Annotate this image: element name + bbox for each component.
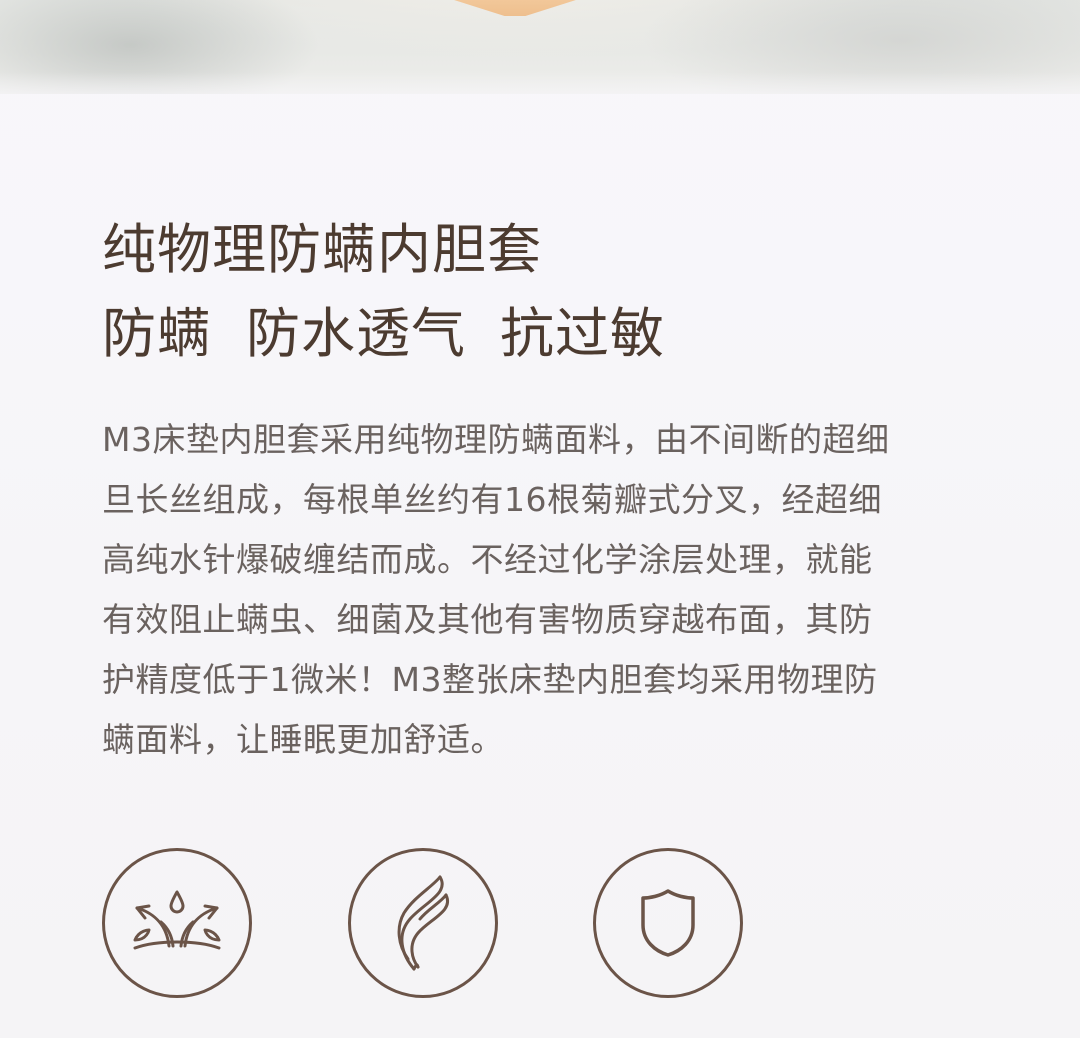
description-line: 高纯水针爆破缠结而成。不经过化学涂层处理，就能 [102,540,873,579]
description-line: M3床垫内胆套采用纯物理防螨面料，由不间断的超细 [102,420,890,459]
mattress-corner-image [410,0,620,16]
feature-headline: 防螨 防水透气 抗过敏 [102,302,665,366]
description-line: 有效阻止螨虫、细菌及其他有害物质穿越布面，其防 [102,600,873,639]
shield-icon [641,889,695,957]
mattress-photo-strip [0,0,1080,94]
product-description: M3床垫内胆套采用纯物理防螨面料，由不间断的超细 旦长丝组成，每根单丝约有16根… [102,410,962,770]
breathable-droplet-arrows-icon [133,890,221,950]
protection-feature-badge [593,848,743,998]
feature-tag-waterproof-breathable: 防水透气 [246,302,466,365]
description-line: 旦长丝组成，每根单丝约有16根菊瓣式分叉，经超细 [102,480,882,519]
breathable-feature-badge [102,848,252,998]
product-detail-page: 纯物理防螨内胆套 防螨 防水透气 抗过敏 M3床垫内胆套采用纯物理防螨面料，由不间断… [0,0,1080,1038]
description-line: 螨面料，让睡眠更加舒适。 [102,720,504,759]
photo-fade [0,72,1080,94]
wave-fabric-icon [397,875,450,971]
fabric-feature-badge [348,848,498,998]
description-line: 护精度低于1微米！M3整张床垫内胆套均采用物理防 [102,660,878,699]
page-title: 纯物理防螨内胆套 [102,218,542,281]
feature-tag-anti-allergy: 抗过敏 [500,302,665,365]
feature-tag-anti-mite: 防螨 [102,302,212,365]
